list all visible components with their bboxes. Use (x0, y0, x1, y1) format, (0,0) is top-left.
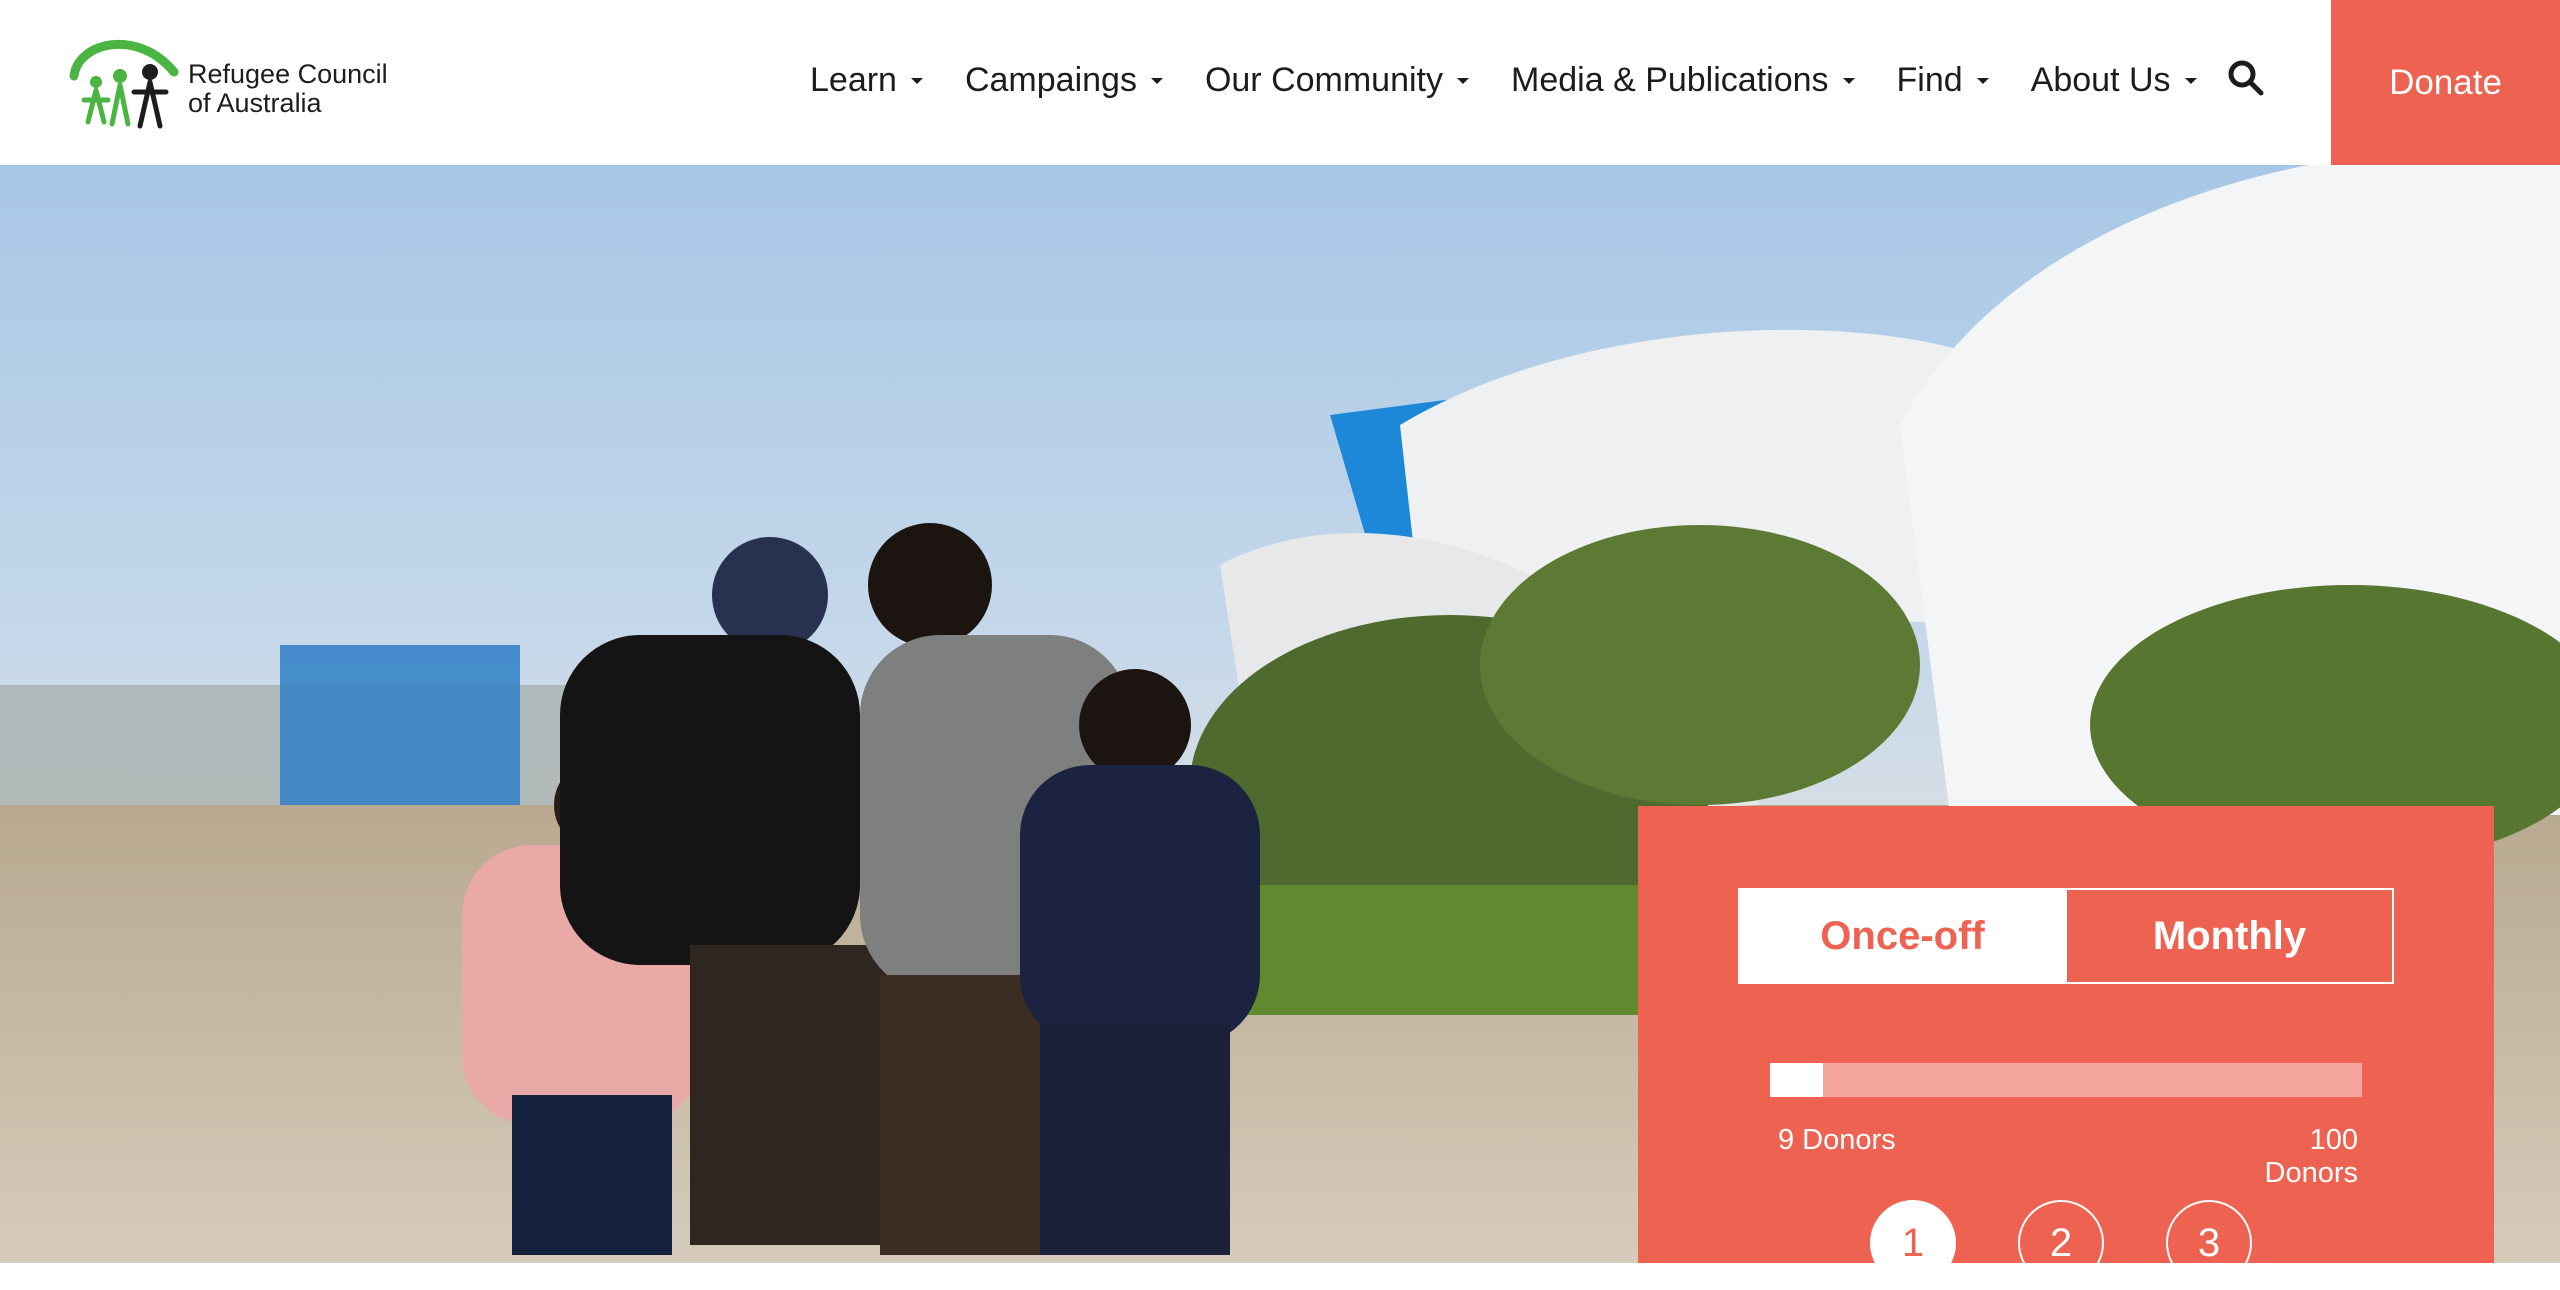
caret-down-icon (1457, 78, 1470, 84)
logo-text: Refugee Council of Australia (188, 60, 388, 118)
search-icon[interactable] (2226, 58, 2266, 98)
frequency-toggle: Once-off Monthly (1738, 888, 2394, 984)
main-nav: Learn Campaings Our Community Media & Pu… (810, 50, 2239, 110)
caret-down-icon (1976, 78, 1989, 84)
site-logo[interactable]: Refugee Council of Australia (68, 32, 408, 132)
caret-down-icon (2184, 78, 2197, 84)
nav-item-label: Find (1896, 60, 1963, 99)
nav-item-label: About Us (2030, 60, 2171, 99)
step-3[interactable]: 3 (2166, 1200, 2252, 1286)
refugee-council-logo-icon (69, 39, 179, 129)
donor-progress-bar (1770, 1063, 2362, 1097)
donors-current-label: 9 Donors (1778, 1124, 1896, 1156)
logo-line-1: Refugee Council (188, 59, 388, 89)
donors-goal-label: 100 Donors (2264, 1124, 2359, 1189)
nav-item-label: Campaings (964, 60, 1137, 99)
donor-progress-fill (1770, 1063, 1823, 1097)
site-header: Refugee Council of Australia Learn Campa… (0, 0, 2560, 165)
donate-button[interactable]: Donate (2331, 0, 2560, 165)
donation-panel: Once-off Monthly 9 Donors 100 Donors 1 2… (1638, 806, 2494, 1286)
caret-down-icon (910, 78, 923, 84)
caret-down-icon (1150, 78, 1163, 84)
step-2[interactable]: 2 (2018, 1200, 2104, 1286)
monthly-button[interactable]: Monthly (2065, 890, 2392, 982)
caret-down-icon (1842, 78, 1855, 84)
nav-item-label: Learn (810, 60, 897, 99)
step-1[interactable]: 1 (1870, 1200, 1956, 1286)
nav-item-learn[interactable]: Learn (810, 61, 923, 100)
nav-item-campaings[interactable]: Campaings (965, 61, 1163, 100)
nav-item-find[interactable]: Find (1897, 61, 1989, 100)
nav-item-media-publications[interactable]: Media & Publications (1511, 61, 1855, 100)
nav-item-label: Our Community (1204, 60, 1444, 99)
nav-item-about-us[interactable]: About Us (2031, 61, 2197, 100)
nav-item-label: Media & Publications (1511, 60, 1829, 99)
once-off-button[interactable]: Once-off (1740, 890, 2065, 982)
nav-item-our-community[interactable]: Our Community (1204, 60, 1470, 100)
step-indicator: 1 2 3 (1870, 1200, 2290, 1290)
logo-line-2: of Australia (188, 88, 322, 118)
